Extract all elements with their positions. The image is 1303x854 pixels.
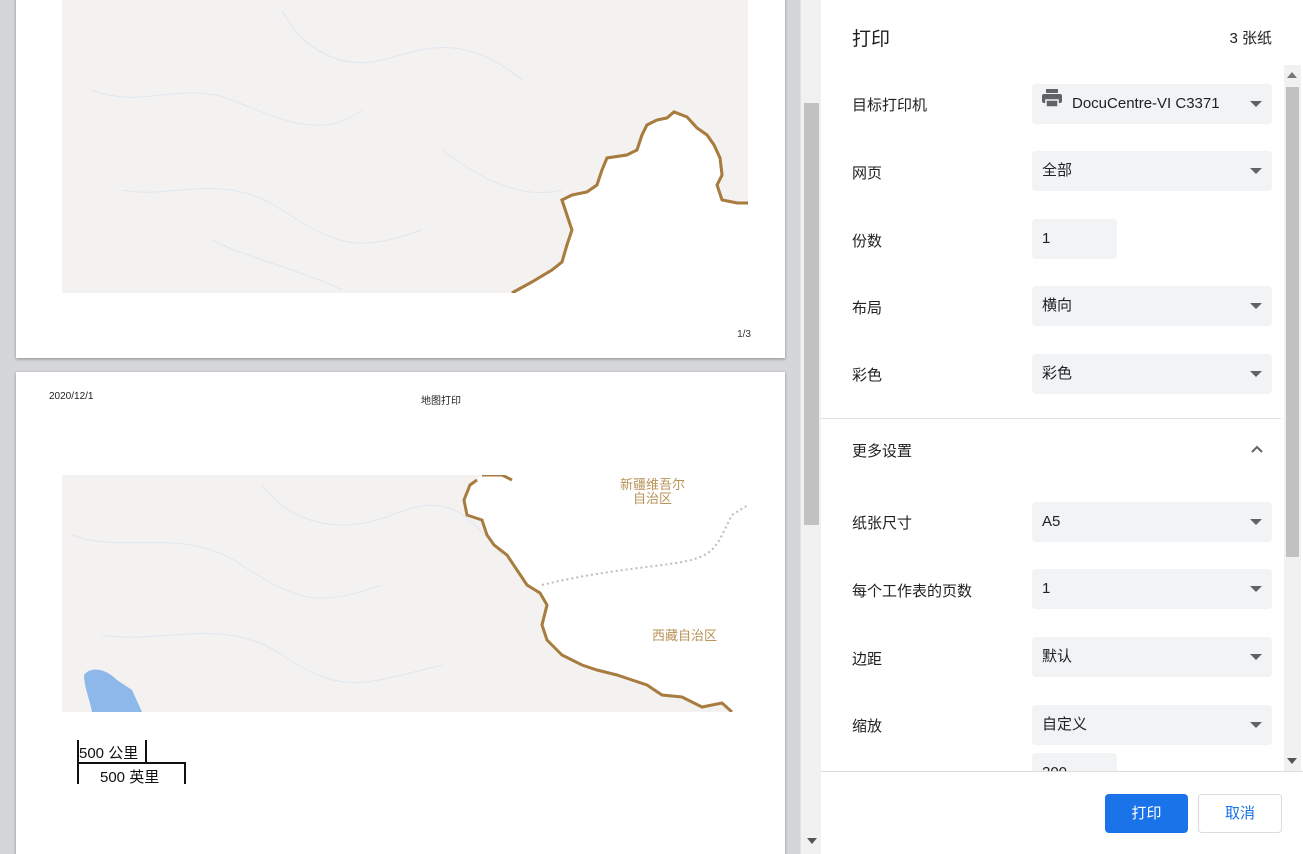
print-preview-area: 1/3 2020/12/1 地图打印 新疆维吾尔 自治区 西藏自治区 500 公… [0,0,800,854]
margins-select[interactable]: 默认 [1032,637,1272,677]
margins-label: 边距 [852,651,883,668]
print-settings-panel: 打印 3 张纸 目标打印机 DocuCentre-VI C3371 网页 全部 … [821,0,1303,854]
layout-label: 布局 [852,300,883,317]
dropdown-caret-icon [1250,371,1262,377]
pages-value: 全部 [1042,162,1073,179]
destination-label: 目标打印机 [852,97,928,114]
scroll-down-arrow-icon[interactable] [1287,758,1297,764]
more-settings-toggle[interactable]: 更多设置 [852,440,912,461]
pages-label: 网页 [852,165,883,182]
cancel-button[interactable]: 取消 [1198,794,1282,833]
dropdown-caret-icon [1250,586,1262,592]
map-graphic [71,475,748,712]
scale-custom-input[interactable]: 200 [1032,753,1117,771]
scale-value: 自定义 [1042,716,1088,733]
dropdown-caret-icon [1250,654,1262,660]
scale-bar [145,740,147,762]
destination-select[interactable]: DocuCentre-VI C3371 [1032,84,1272,124]
map-graphic [91,9,748,293]
dropdown-caret-icon [1250,722,1262,728]
dropdown-caret-icon [1250,519,1262,525]
chevron-up-icon[interactable] [1251,443,1263,455]
map-label-xinjiang: 新疆维吾尔 自治区 [620,478,686,507]
settings-list: 目标打印机 DocuCentre-VI C3371 网页 全部 份数 1 布局 … [821,65,1303,771]
scale-mi-label: 500 英里 [100,769,160,786]
dialog-footer: 打印 取消 [821,771,1303,854]
paper-size-select[interactable]: A5 [1032,502,1272,542]
dropdown-caret-icon [1250,101,1262,107]
settings-scrollbar[interactable] [1284,65,1301,771]
pages-per-sheet-label: 每个工作表的页数 [852,583,973,600]
preview-page-2: 2020/12/1 地图打印 新疆维吾尔 自治区 西藏自治区 500 公里 50… [16,372,785,854]
settings-scrollbar-thumb[interactable] [1286,87,1299,557]
color-select[interactable]: 彩色 [1032,354,1272,394]
sheet-count: 3 张纸 [1229,30,1272,47]
page-number: 1/3 [737,329,751,340]
print-button[interactable]: 打印 [1105,794,1188,833]
map-image: 新疆维吾尔 自治区 西藏自治区 [62,475,748,712]
preview-scrollbar-thumb[interactable] [804,103,819,525]
layout-select[interactable]: 横向 [1032,286,1272,326]
panel-title: 打印 [852,29,891,50]
scroll-up-arrow-icon[interactable] [1287,72,1297,78]
printer-icon [1042,83,1062,123]
pages-per-sheet-value: 1 [1042,580,1051,597]
scale-select[interactable]: 自定义 [1032,705,1272,745]
pages-per-sheet-select[interactable]: 1 [1032,569,1272,609]
dropdown-caret-icon [1250,168,1262,174]
paper-size-value: A5 [1042,513,1061,530]
map-image [62,0,748,293]
scroll-down-arrow-icon[interactable] [807,838,817,844]
copies-input[interactable]: 1 [1032,219,1117,259]
destination-value: DocuCentre-VI C3371 [1072,95,1220,112]
divider [821,418,1281,419]
paper-size-label: 纸张尺寸 [852,515,913,532]
copies-label: 份数 [852,233,883,250]
pages-select[interactable]: 全部 [1032,151,1272,191]
color-label: 彩色 [852,367,883,384]
print-header-date: 2020/12/1 [49,391,94,402]
color-value: 彩色 [1042,365,1073,382]
dropdown-caret-icon [1250,303,1262,309]
layout-value: 横向 [1042,297,1073,314]
scale-label: 缩放 [852,718,883,735]
preview-scrollbar[interactable] [800,0,821,854]
scale-km-label: 500 公里 [79,745,139,762]
map-label-tibet: 西藏自治区 [652,629,718,644]
margins-value: 默认 [1042,648,1073,665]
print-header-title: 地图打印 [421,396,461,407]
preview-page-1: 1/3 [16,0,785,358]
scale-bar [184,762,186,784]
